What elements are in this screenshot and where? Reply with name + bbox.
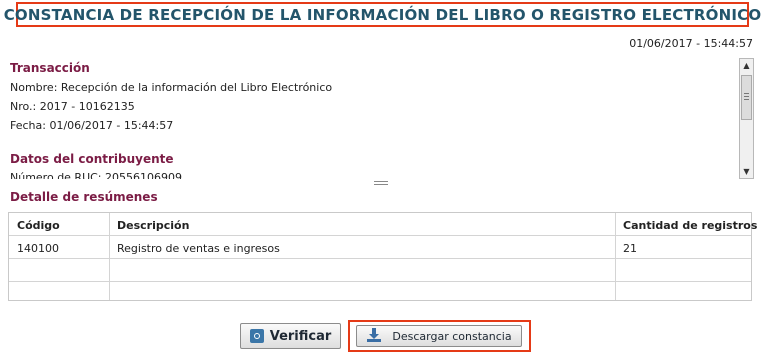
transaction-name-line: Nombre: Recepción de la información del … [10, 81, 333, 94]
row-description-cell: Registro de ventas e ingresos [117, 242, 280, 255]
verify-button[interactable]: Verificar [240, 323, 341, 349]
scroll-up-icon[interactable]: ▲ [740, 59, 753, 72]
summary-table: Código Descripción Cantidad de registros… [8, 212, 757, 301]
transaction-date-line: Fecha: 01/06/2017 - 15:44:57 [10, 119, 174, 132]
verify-icon [249, 329, 264, 343]
download-certificate-button[interactable]: Descargar constancia [356, 325, 522, 347]
verify-button-label: Verificar [269, 328, 332, 344]
table-row-divider [9, 258, 751, 259]
page-title: CONSTANCIA DE RECEPCIÓN DE LA INFORMACIÓ… [3, 5, 762, 24]
taxpayer-ruc-line: Número de RUC: 20556106909 [10, 171, 182, 179]
vertical-scrollbar[interactable]: ▲ ▼ [739, 58, 754, 179]
table-column-divider [615, 213, 616, 300]
timestamp: 01/06/2017 - 15:44:57 [629, 37, 753, 50]
table-row-divider [9, 281, 751, 282]
title-highlight-box: CONSTANCIA DE RECEPCIÓN DE LA INFORMACIÓ… [4, 2, 761, 27]
resize-grip-icon[interactable] [374, 181, 388, 186]
column-header-count: Cantidad de registros [623, 219, 758, 232]
download-icon [366, 327, 382, 346]
download-button-label: Descargar constancia [392, 329, 512, 343]
transaction-heading: Transacción [10, 61, 90, 75]
scroll-down-icon[interactable]: ▼ [740, 165, 753, 178]
taxpayer-heading: Datos del contribuyente [10, 152, 174, 166]
row-count-cell: 21 [623, 242, 637, 255]
row-code-cell: 140100 [17, 242, 59, 255]
table-header-divider [9, 235, 751, 236]
column-header-code: Código [17, 219, 60, 232]
scrollbar-thumb[interactable] [741, 75, 752, 120]
transaction-number-line: Nro.: 2017 - 10162135 [10, 100, 135, 113]
column-header-description: Descripción [117, 219, 190, 232]
detail-heading: Detalle de resúmenes [10, 190, 158, 204]
table-column-divider [109, 213, 110, 300]
transaction-scroll-panel[interactable]: Transacción Nombre: Recepción de la info… [0, 55, 755, 179]
